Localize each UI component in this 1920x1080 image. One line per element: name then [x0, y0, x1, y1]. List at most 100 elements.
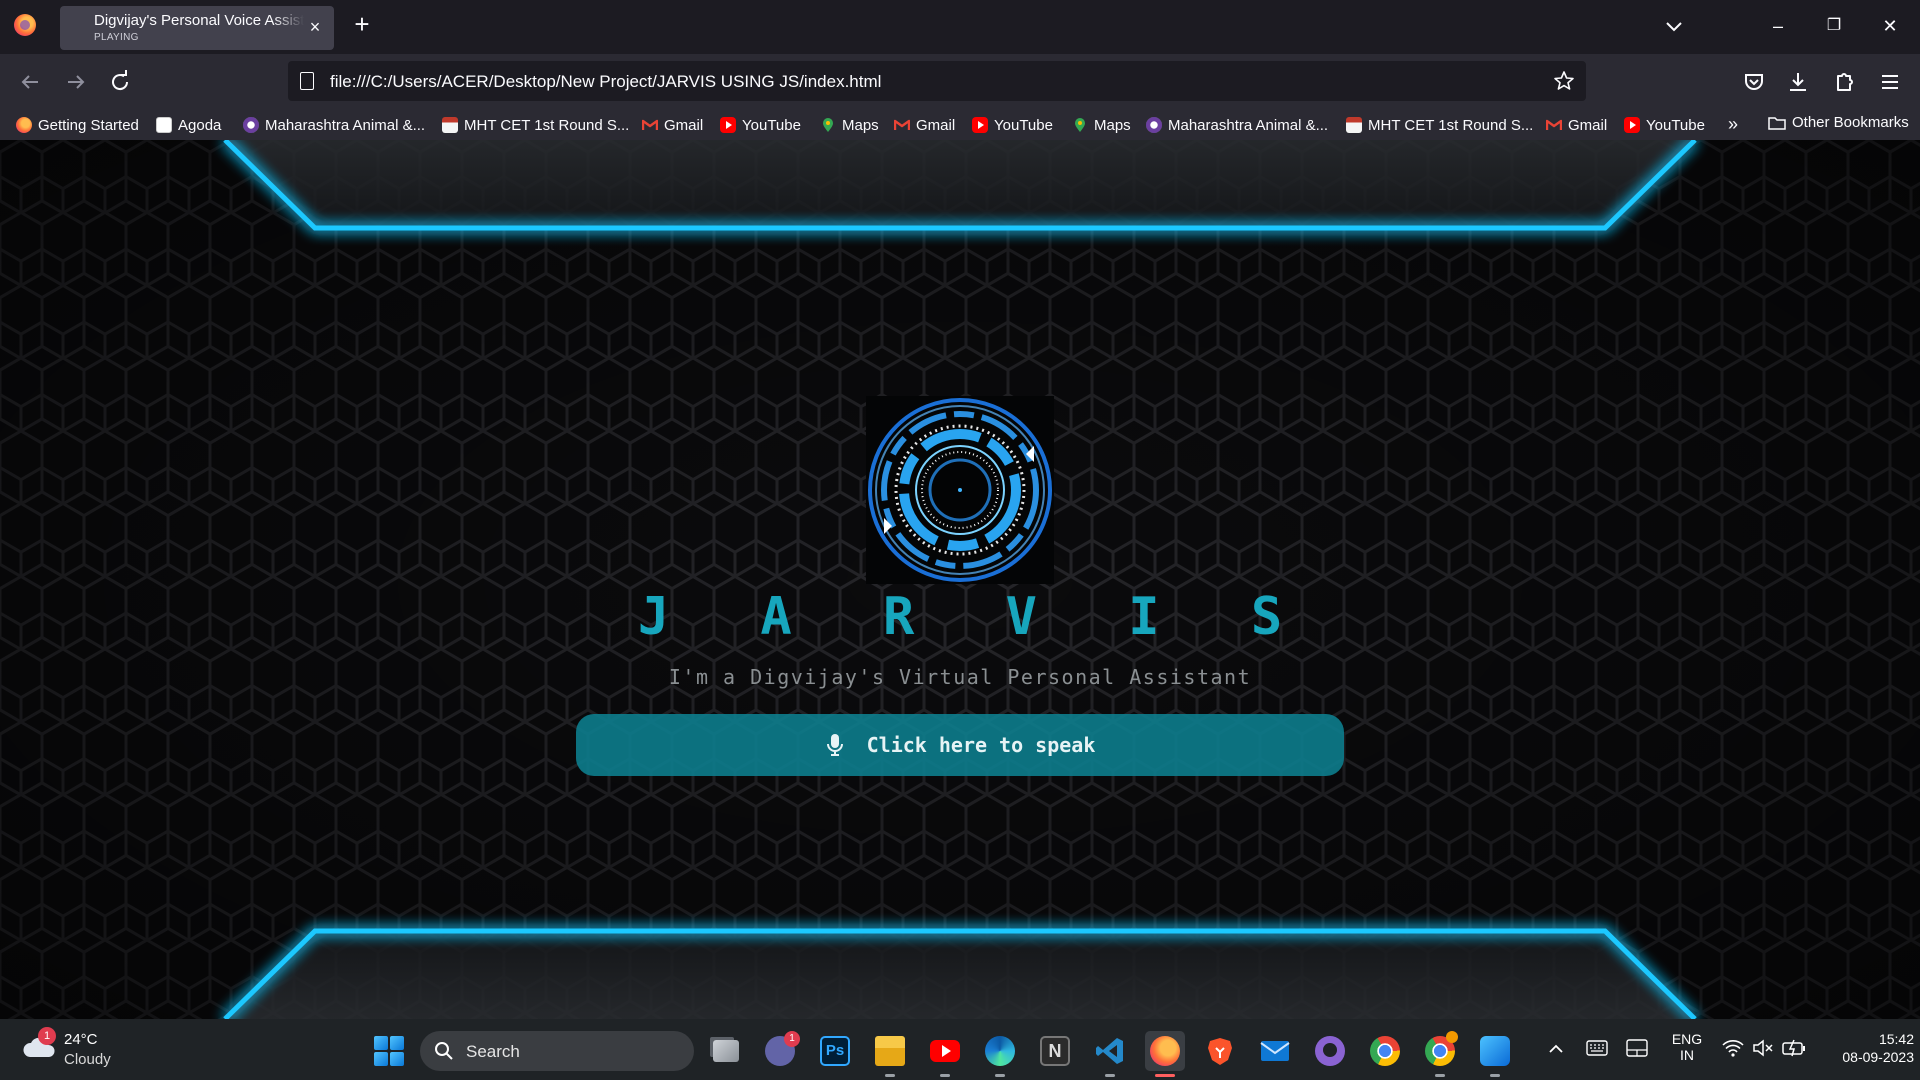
volume-muted-icon[interactable] — [1752, 1039, 1774, 1057]
other-bookmarks-label: Other Bookmarks — [1792, 114, 1909, 131]
speak-button-label: Click here to speak — [866, 733, 1096, 757]
forward-arrow-icon[interactable] — [62, 68, 90, 96]
bookmark-label: Getting Started — [38, 116, 139, 134]
show-hidden-icons-chevron[interactable] — [1548, 1041, 1564, 1057]
weather-condition[interactable]: Cloudy — [64, 1051, 111, 1068]
bookmark-item[interactable]: Gmail — [642, 114, 703, 136]
keyboard-icon[interactable] — [1586, 1040, 1608, 1056]
maharashtra-icon — [1146, 117, 1162, 133]
restore-button[interactable]: ❐ — [1818, 12, 1850, 40]
active-tab[interactable]: Digvijay's Personal Voice Assistant PLAY… — [60, 6, 334, 50]
teams-chat-icon[interactable]: 1 — [760, 1031, 800, 1071]
reload-icon[interactable] — [106, 68, 134, 96]
gmail-icon — [1546, 119, 1562, 130]
list-all-tabs-icon[interactable] — [1662, 14, 1686, 38]
bookmark-label: Maharashtra Animal &... — [1168, 116, 1329, 134]
minimize-button[interactable]: – — [1762, 12, 1794, 40]
downloads-icon[interactable] — [1784, 68, 1812, 96]
speak-button[interactable]: Click here to speak — [576, 714, 1344, 776]
wifi-icon[interactable] — [1722, 1039, 1744, 1057]
file-explorer-icon[interactable] — [870, 1031, 910, 1077]
task-view-icon[interactable] — [706, 1031, 746, 1071]
bookmark-item[interactable]: Agoda — [156, 114, 221, 136]
extensions-icon[interactable] — [1830, 68, 1858, 96]
bookmark-item[interactable]: YouTube — [720, 114, 801, 136]
battery-charging-icon[interactable] — [1782, 1039, 1806, 1057]
language-code: ENG — [1671, 1031, 1703, 1047]
clock-date: 08-09-2023 — [1842, 1049, 1914, 1065]
bookmark-label: Maps — [842, 116, 879, 134]
close-window-button[interactable]: ✕ — [1874, 12, 1906, 40]
mht-icon — [442, 117, 458, 133]
menu-hamburger-icon[interactable] — [1876, 68, 1904, 96]
region-code: IN — [1680, 1047, 1694, 1063]
agoda-icon — [156, 117, 172, 133]
clock[interactable]: 15:42 08-09-2023 — [1820, 1031, 1914, 1065]
chrome-icon[interactable] — [1365, 1031, 1405, 1071]
vscode-icon[interactable] — [1090, 1031, 1130, 1077]
chat-badge: 1 — [784, 1031, 800, 1047]
bookmark-item[interactable]: YouTube — [972, 114, 1053, 136]
youtube-icon — [972, 117, 988, 133]
youtube-icon — [1624, 117, 1640, 133]
notion-icon[interactable]: N — [1035, 1031, 1075, 1071]
search-icon — [435, 1042, 453, 1060]
bookmark-item[interactable]: Gmail — [1546, 114, 1607, 136]
bookmark-item[interactable]: Maps — [820, 114, 879, 136]
youtube-app-icon[interactable] — [925, 1031, 965, 1077]
bookmark-label: YouTube — [1646, 116, 1705, 134]
maps-icon — [823, 118, 833, 132]
brave-icon[interactable] — [1200, 1031, 1240, 1071]
bookmark-item[interactable]: MHT CET 1st Round S... — [1346, 114, 1533, 136]
bookmark-label: MHT CET 1st Round S... — [1368, 116, 1534, 134]
paint-icon[interactable] — [1475, 1031, 1515, 1077]
mail-icon[interactable] — [1255, 1031, 1295, 1071]
bookmark-label: Gmail — [664, 116, 704, 134]
page-icon — [300, 72, 314, 90]
bookmark-item[interactable]: Gmail — [894, 114, 955, 136]
tab-close-icon[interactable]: × — [306, 18, 324, 36]
bookmark-item[interactable]: Maharashtra Animal &... — [1146, 114, 1328, 136]
new-tab-button[interactable]: + — [350, 11, 374, 37]
touchpad-icon[interactable] — [1626, 1039, 1648, 1057]
other-bookmarks-folder[interactable]: Other Bookmarks — [1768, 114, 1909, 131]
bookmark-label: Gmail — [1568, 116, 1608, 134]
bookmark-item[interactable]: Maharashtra Animal &... — [243, 114, 425, 136]
firefox-icon — [16, 117, 32, 133]
start-windows-icon[interactable] — [374, 1036, 404, 1066]
weather-temperature[interactable]: 24°C — [64, 1031, 98, 1048]
address-bar[interactable]: file:///C:/Users/ACER/Desktop/New Projec… — [288, 61, 1586, 101]
language-indicator[interactable]: ENG IN — [1670, 1031, 1704, 1063]
edge-icon[interactable] — [980, 1031, 1020, 1077]
bookmark-label: Gmail — [916, 116, 956, 134]
clock-time: 15:42 — [1878, 1031, 1914, 1047]
bookmark-label: MHT CET 1st Round S... — [464, 116, 630, 134]
bookmarks-toolbar: Getting Started Agoda Maharashtra Animal… — [0, 110, 1920, 140]
chrome-canary-icon[interactable] — [1420, 1031, 1460, 1077]
taskbar-search[interactable]: Search — [420, 1031, 694, 1071]
assistant-subtitle: I'm a Digvijay's Virtual Personal Assist… — [668, 665, 1252, 689]
pocket-icon[interactable] — [1740, 68, 1768, 96]
search-label: Search — [466, 1042, 520, 1061]
tab-playing-label: PLAYING — [94, 32, 139, 43]
bookmark-item[interactable]: YouTube — [1624, 114, 1705, 136]
windows-taskbar: 1 24°C Cloudy Search 1 Ps N ENG IN 15:42… — [0, 1019, 1920, 1080]
firefox-icon[interactable] — [1145, 1031, 1185, 1077]
gmail-icon — [894, 119, 910, 130]
jarvis-core-icon — [866, 396, 1054, 584]
bookmark-star-icon[interactable] — [1552, 69, 1576, 93]
bookmark-item[interactable]: Getting Started — [16, 114, 139, 136]
photoshop-icon[interactable]: Ps — [815, 1031, 855, 1071]
tab-title: Digvijay's Personal Voice Assistant — [94, 12, 304, 29]
tab-bar: Digvijay's Personal Voice Assistant PLAY… — [0, 0, 1920, 54]
github-icon[interactable] — [1310, 1031, 1350, 1071]
back-arrow-icon[interactable] — [16, 68, 44, 96]
bookmark-label: Agoda — [178, 116, 222, 134]
bookmark-item[interactable]: MHT CET 1st Round S... — [442, 114, 629, 136]
bookmark-item[interactable]: Maps — [1072, 114, 1131, 136]
bookmarks-overflow-icon[interactable]: » — [1728, 114, 1738, 135]
firefox-logo-icon[interactable] — [14, 14, 36, 36]
url-text[interactable]: file:///C:/Users/ACER/Desktop/New Projec… — [330, 72, 881, 92]
microphone-icon — [826, 734, 843, 756]
bookmark-label: Maharashtra Animal &... — [265, 116, 426, 134]
